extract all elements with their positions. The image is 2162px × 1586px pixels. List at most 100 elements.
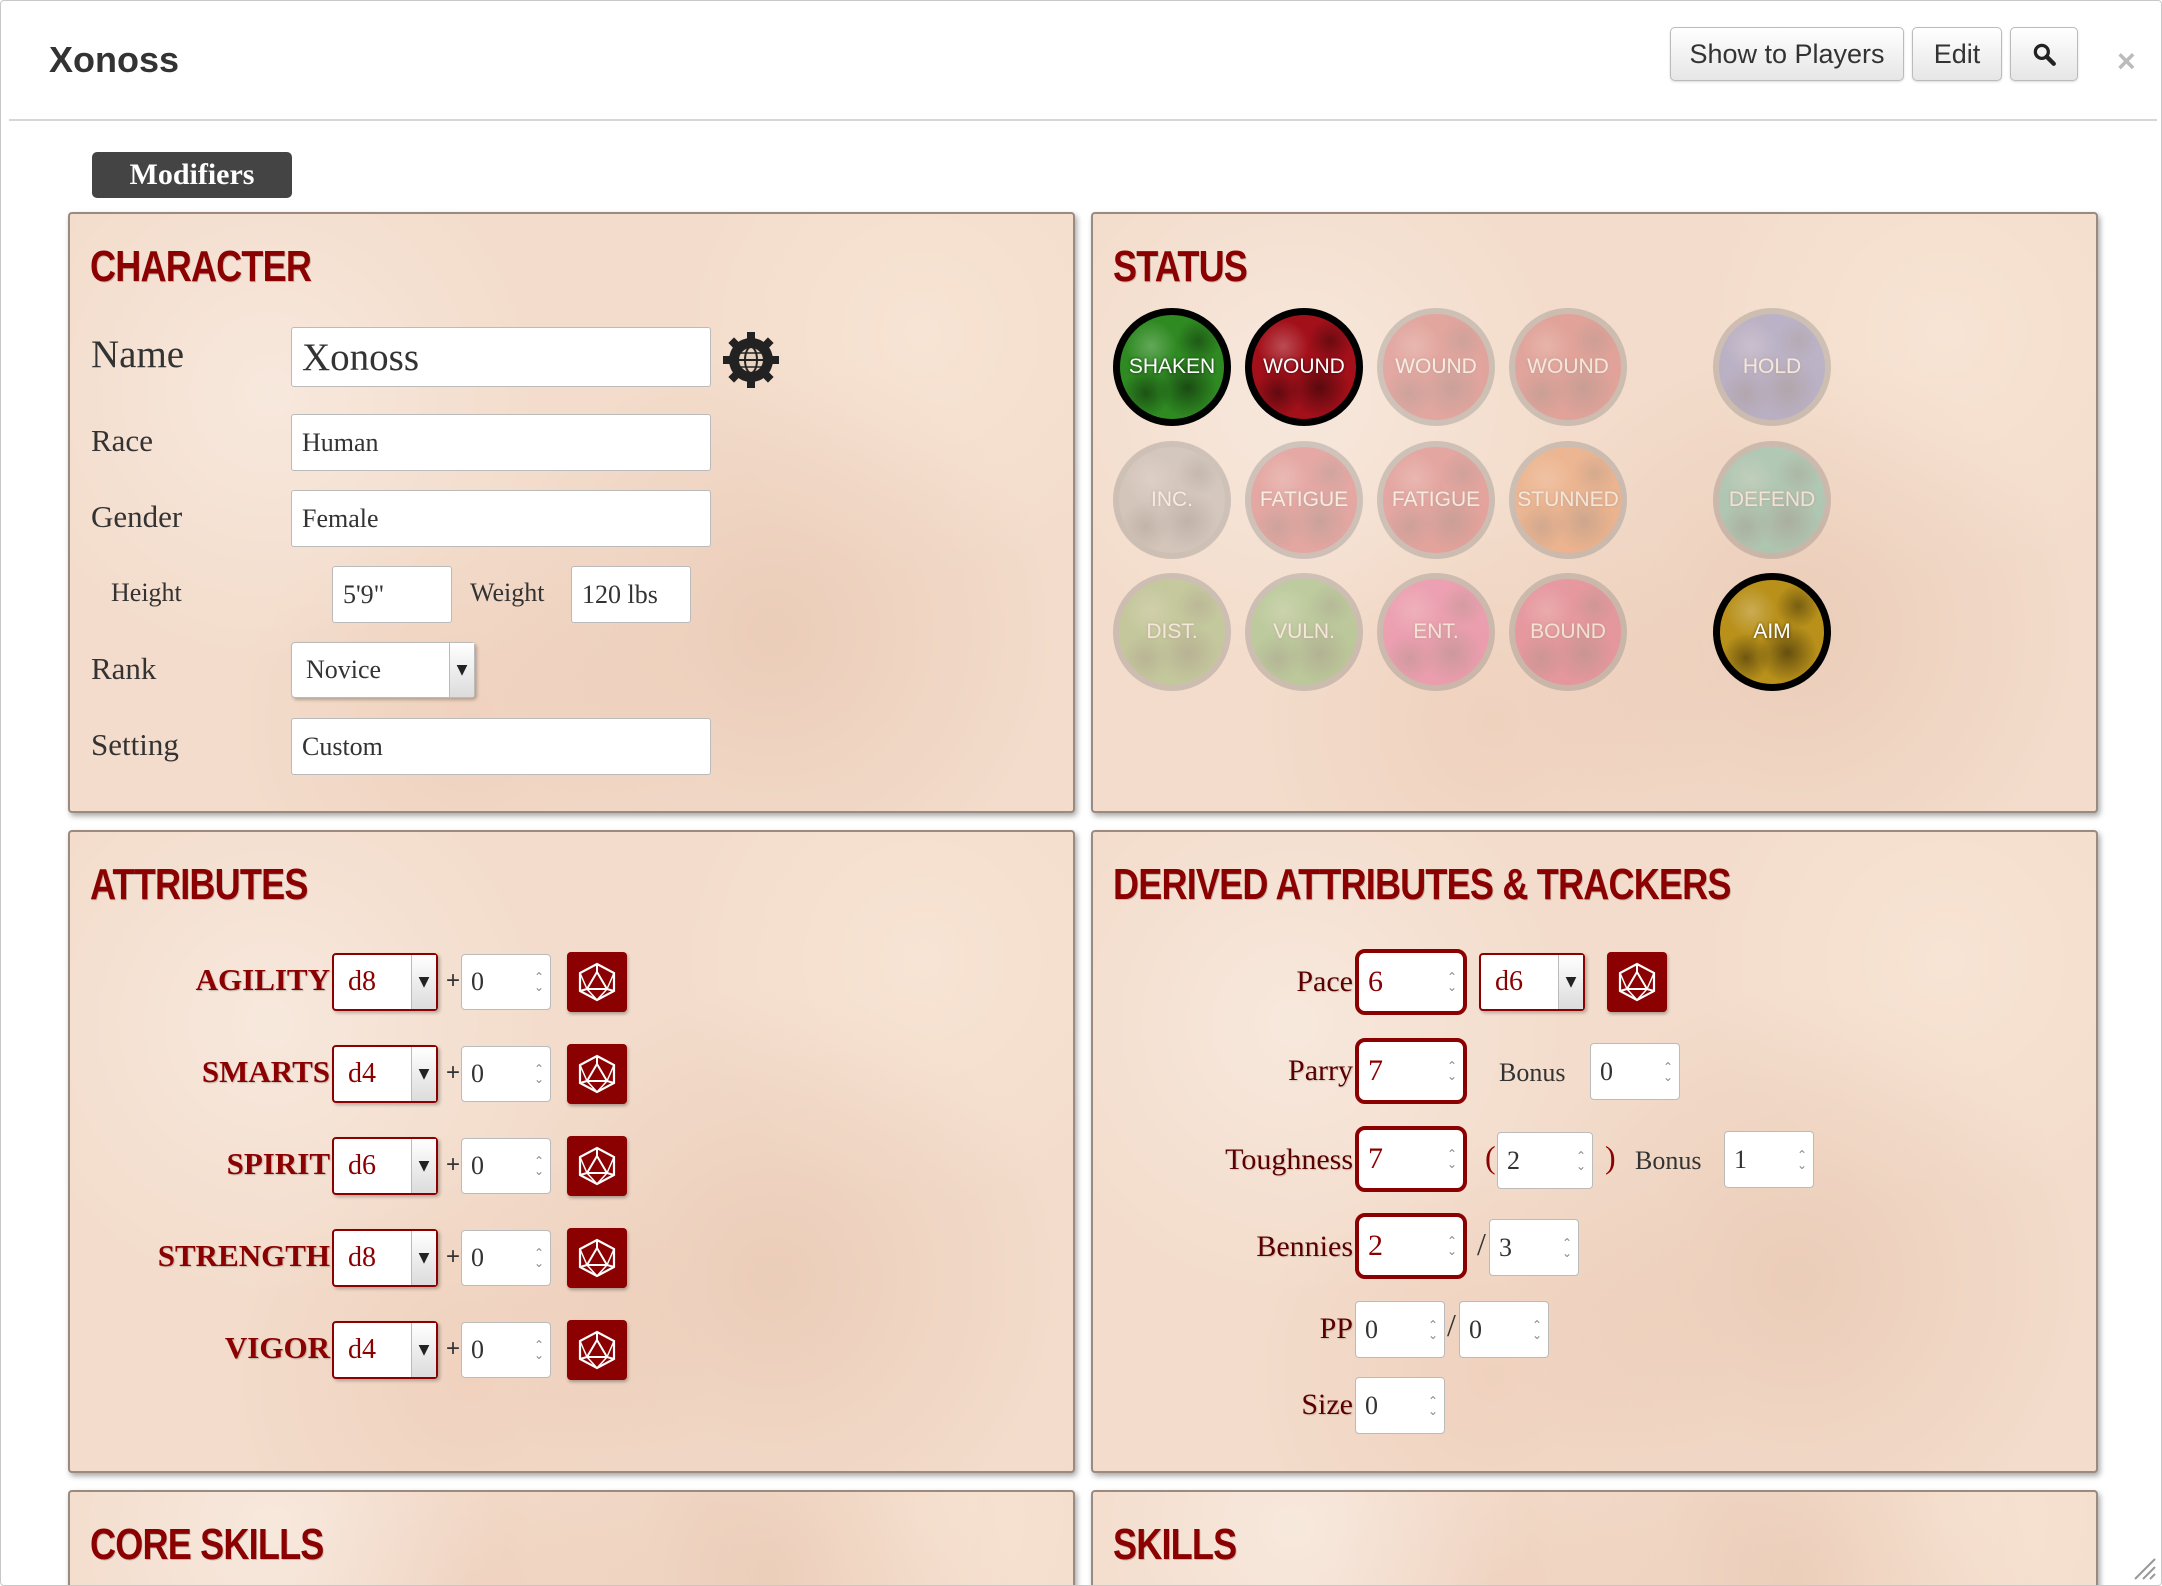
status-toggle-wound[interactable]: WOUND: [1377, 308, 1495, 426]
status-toggle-shaken[interactable]: SHAKEN: [1113, 308, 1231, 426]
attribute-die-select-smarts[interactable]: d4 ▼: [332, 1045, 438, 1103]
attribute-mod-input-spirit[interactable]: 0 ⌃ ⌄: [461, 1138, 551, 1194]
attribute-die-select-vigor[interactable]: d4 ▼: [332, 1321, 438, 1379]
spinner-icon[interactable]: ⌃ ⌄: [1797, 1149, 1807, 1171]
toughness-armor-input[interactable]: 2 ⌃ ⌄: [1497, 1132, 1593, 1189]
spinner-icon[interactable]: ⌃ ⌄: [534, 1339, 544, 1361]
rank-label: Rank: [91, 651, 157, 686]
attribute-mod-value: 0: [471, 967, 484, 996]
roll-pace-button[interactable]: [1607, 952, 1667, 1012]
d20-die-icon: [578, 962, 616, 1002]
height-input[interactable]: 5'9": [332, 566, 452, 623]
globe-gear-icon[interactable]: [720, 327, 782, 389]
roll-vigor-button[interactable]: [567, 1320, 627, 1380]
spinner-icon[interactable]: ⌃ ⌄: [1576, 1150, 1586, 1172]
attribute-mod-input-strength[interactable]: 0 ⌃ ⌄: [461, 1230, 551, 1286]
rank-select[interactable]: Novice ▼: [291, 642, 475, 698]
character-panel-title: CHARACTER: [90, 242, 312, 291]
attribute-label-vigor: VIGOR: [224, 1330, 330, 1365]
attribute-mod-input-smarts[interactable]: 0 ⌃ ⌄: [461, 1046, 551, 1102]
bennies-slash: /: [1477, 1226, 1486, 1262]
status-toggle-wound[interactable]: WOUND: [1509, 308, 1627, 426]
toughness-input[interactable]: 7 ⌃ ⌄: [1355, 1126, 1467, 1192]
resize-handle-icon[interactable]: [2129, 1553, 2157, 1581]
spinner-icon[interactable]: ⌃ ⌄: [1447, 971, 1457, 993]
race-input[interactable]: Human: [291, 414, 711, 471]
search-button[interactable]: [2010, 27, 2078, 81]
spinner-icon[interactable]: ⌃ ⌄: [1447, 1060, 1457, 1082]
spinner-icon[interactable]: ⌃ ⌄: [1532, 1319, 1542, 1341]
roll-strength-button[interactable]: [567, 1228, 627, 1288]
attribute-mod-input-agility[interactable]: 0 ⌃ ⌄: [461, 954, 551, 1010]
size-input[interactable]: 0 ⌃ ⌄: [1355, 1377, 1445, 1434]
status-toggle-fatigue[interactable]: FATIGUE: [1245, 441, 1363, 559]
gender-label: Gender: [91, 499, 183, 534]
show-to-players-button[interactable]: Show to Players: [1670, 27, 1904, 81]
rank-select-value: Novice: [306, 655, 382, 684]
status-toggle-wound[interactable]: WOUND: [1245, 308, 1363, 426]
weight-input[interactable]: 120 lbs: [571, 566, 691, 623]
status-label: FATIGUE: [1259, 488, 1349, 511]
status-toggle-defend[interactable]: DEFEND: [1713, 441, 1831, 559]
status-label: BOUND: [1530, 620, 1606, 643]
roll-smarts-button[interactable]: [567, 1044, 627, 1104]
pace-input[interactable]: 6 ⌃ ⌄: [1355, 949, 1467, 1015]
parry-bonus-input[interactable]: 0 ⌃ ⌄: [1590, 1043, 1680, 1100]
parry-value: 7: [1368, 1054, 1383, 1087]
attribute-die-value: d4: [348, 1334, 376, 1365]
status-toggle-vuln[interactable]: VULN.: [1245, 573, 1363, 691]
status-label: FATIGUE: [1391, 488, 1481, 511]
status-label: DEFEND: [1728, 488, 1816, 511]
status-toggle-stunned[interactable]: STUNNED: [1509, 441, 1627, 559]
spinner-icon[interactable]: ⌃ ⌄: [534, 1155, 544, 1177]
status-toggle-inc[interactable]: INC.: [1113, 441, 1231, 559]
spinner-icon[interactable]: ⌃ ⌄: [1447, 1148, 1457, 1170]
spinner-icon[interactable]: ⌃ ⌄: [534, 1063, 544, 1085]
roll-spirit-button[interactable]: [567, 1136, 627, 1196]
attribute-mod-input-vigor[interactable]: 0 ⌃ ⌄: [461, 1322, 551, 1378]
pace-die-select[interactable]: d6 ▼: [1479, 953, 1585, 1011]
attribute-label-spirit: SPIRIT: [226, 1146, 330, 1181]
status-toggle-aim[interactable]: AIM: [1713, 573, 1831, 691]
attribute-die-select-spirit[interactable]: d6 ▼: [332, 1137, 438, 1195]
name-label: Name: [91, 333, 185, 376]
size-label: Size: [1301, 1388, 1353, 1421]
pp-max-input[interactable]: 0 ⌃ ⌄: [1459, 1301, 1549, 1358]
parry-input[interactable]: 7 ⌃ ⌄: [1355, 1038, 1467, 1104]
parry-bonus-label: Bonus: [1499, 1058, 1566, 1087]
status-toggle-bound[interactable]: BOUND: [1509, 573, 1627, 691]
attribute-die-select-strength[interactable]: d8 ▼: [332, 1229, 438, 1287]
bennies-input[interactable]: 2 ⌃ ⌄: [1355, 1213, 1467, 1279]
bennies-max-input[interactable]: 3 ⌃ ⌄: [1489, 1219, 1579, 1276]
status-toggle-ent[interactable]: ENT.: [1377, 573, 1495, 691]
name-input[interactable]: Xonoss: [291, 327, 711, 387]
plus-sign: +: [446, 1335, 461, 1362]
edit-button[interactable]: Edit: [1912, 27, 2002, 81]
bennies-value: 2: [1368, 1229, 1383, 1262]
status-label: SHAKEN: [1128, 355, 1216, 378]
status-label: HOLD: [1742, 355, 1802, 378]
toughness-bonus-input[interactable]: 1 ⌃ ⌄: [1724, 1131, 1814, 1188]
skills-panel-title: SKILLS: [1113, 1520, 1237, 1569]
spinner-icon[interactable]: ⌃ ⌄: [534, 971, 544, 993]
spinner-icon[interactable]: ⌃ ⌄: [1428, 1395, 1438, 1417]
spinner-icon[interactable]: ⌃ ⌄: [1663, 1061, 1673, 1083]
attribute-die-select-agility[interactable]: d8 ▼: [332, 953, 438, 1011]
setting-input[interactable]: Custom: [291, 718, 711, 775]
spinner-icon[interactable]: ⌃ ⌄: [1447, 1235, 1457, 1257]
chevron-down-icon: ▼: [411, 1047, 436, 1101]
status-panel: STATUS SHAKEN WOUND WOUND WOUND HOLD INC. FATI…: [1091, 212, 2098, 813]
gender-input[interactable]: Female: [291, 490, 711, 547]
status-toggle-fatigue[interactable]: FATIGUE: [1377, 441, 1495, 559]
status-toggle-dist[interactable]: DIST.: [1113, 573, 1231, 691]
spinner-icon[interactable]: ⌃ ⌄: [1428, 1319, 1438, 1341]
spinner-icon[interactable]: ⌃ ⌄: [1562, 1237, 1572, 1259]
spinner-icon[interactable]: ⌃ ⌄: [534, 1247, 544, 1269]
close-icon[interactable]: ×: [2117, 43, 2136, 80]
derived-panel-title: DERIVED ATTRIBUTES & TRACKERS: [1113, 860, 1731, 909]
roll-agility-button[interactable]: [567, 952, 627, 1012]
status-toggle-hold[interactable]: HOLD: [1713, 308, 1831, 426]
pp-input[interactable]: 0 ⌃ ⌄: [1355, 1301, 1445, 1358]
chevron-down-icon: ▼: [411, 955, 436, 1009]
modifiers-button[interactable]: Modifiers: [92, 152, 292, 198]
